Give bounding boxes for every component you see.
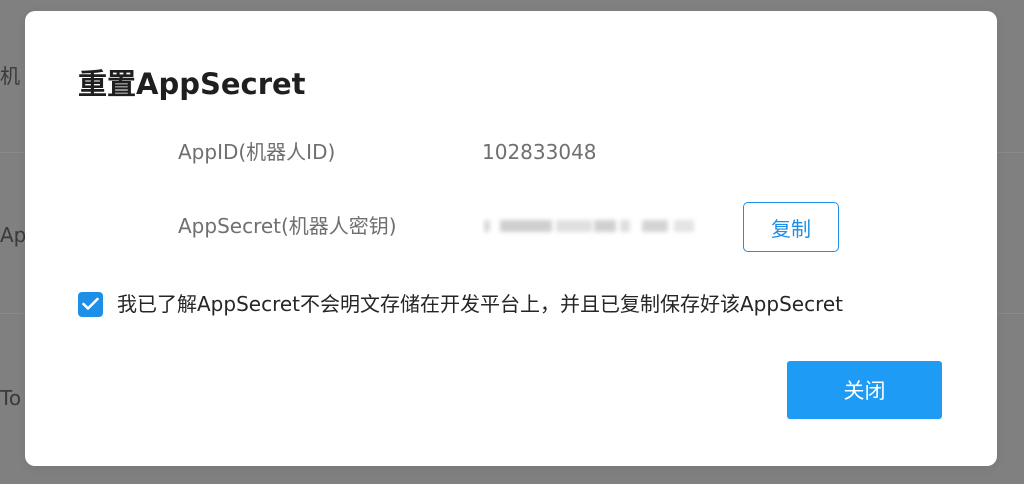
close-button[interactable]: 关闭 (787, 361, 942, 419)
acknowledge-checkbox[interactable] (78, 292, 103, 317)
copy-button[interactable]: 复制 (743, 202, 839, 252)
reset-appsecret-dialog: 重置AppSecret AppID(机器人ID) 102833048 AppSe… (25, 11, 997, 466)
background-label: Ap (0, 223, 27, 247)
appid-label: AppID(机器人ID) (178, 140, 336, 164)
dialog-title: 重置AppSecret (78, 67, 306, 101)
background-label: To (0, 386, 22, 410)
appid-value: 102833048 (482, 140, 597, 164)
appsecret-value-masked (482, 213, 698, 239)
acknowledge-text[interactable]: 我已了解AppSecret不会明文存储在开发平台上，并且已复制保存好该AppSe… (117, 291, 843, 317)
appsecret-label: AppSecret(机器人密钥) (178, 214, 397, 238)
check-icon (82, 297, 99, 310)
background-label: 机 (0, 64, 20, 88)
